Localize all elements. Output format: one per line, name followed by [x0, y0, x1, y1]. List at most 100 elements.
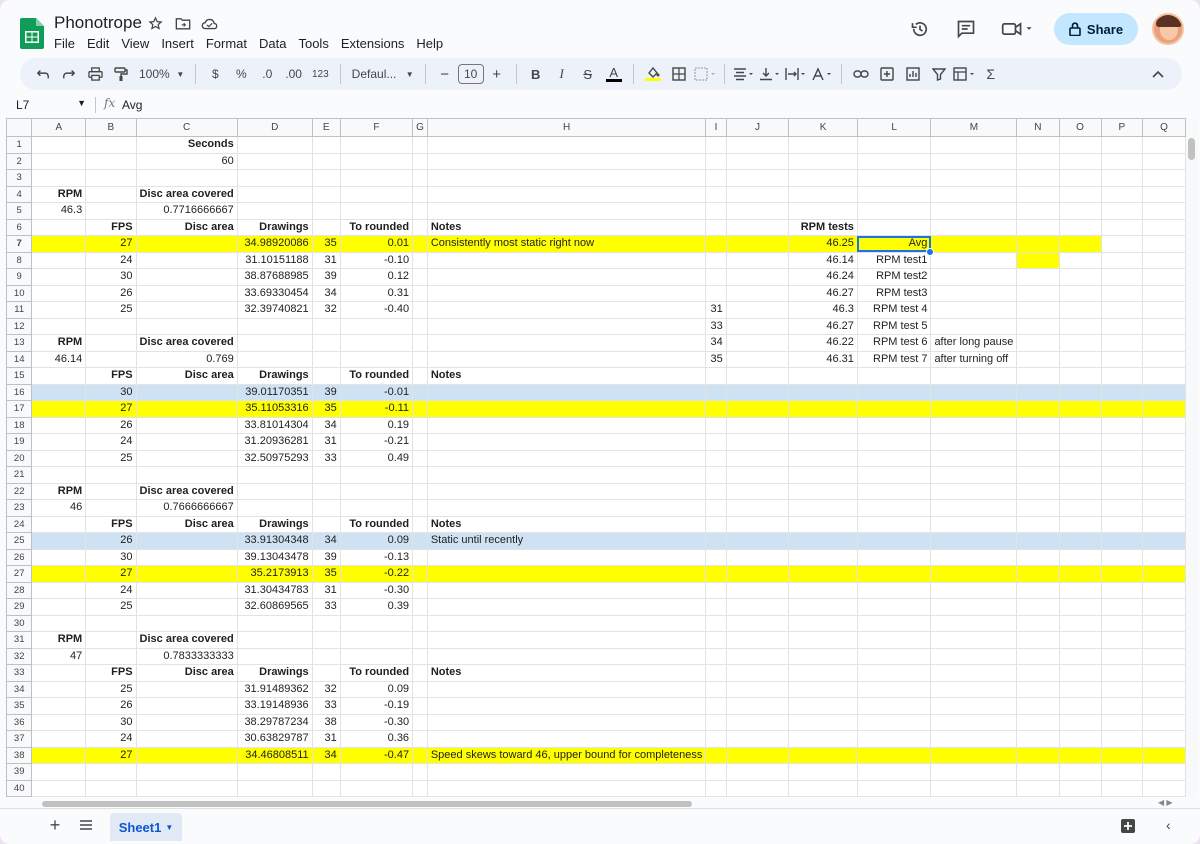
cell-i15[interactable]	[705, 367, 727, 385]
cell-m14[interactable]: after turning off	[930, 350, 1018, 368]
cell-e18[interactable]: 34	[311, 416, 341, 434]
cell-k13[interactable]: 46.22	[788, 334, 858, 352]
cell-i16[interactable]	[705, 383, 727, 401]
cell-q5[interactable]	[1141, 202, 1186, 220]
cell-p7[interactable]	[1100, 235, 1143, 253]
cell-b26[interactable]: 30	[85, 548, 137, 566]
cell-g8[interactable]	[412, 251, 428, 269]
cell-d11[interactable]: 32.39740821	[236, 301, 313, 319]
cell-m27[interactable]	[930, 565, 1018, 583]
cell-o17[interactable]	[1058, 400, 1102, 418]
cell-d36[interactable]: 38.29787234	[236, 713, 313, 731]
cell-g3[interactable]	[412, 169, 428, 187]
cell-m38[interactable]	[930, 746, 1018, 764]
cell-i36[interactable]	[705, 713, 727, 731]
cell-a5[interactable]: 46.3	[31, 202, 87, 220]
cell-c28[interactable]	[135, 581, 238, 599]
cell-a14[interactable]: 46.14	[31, 350, 87, 368]
cell-i18[interactable]	[705, 416, 727, 434]
column-header-c[interactable]: C	[135, 118, 238, 137]
cell-h20[interactable]	[426, 449, 707, 467]
insert-chart-icon[interactable]	[901, 62, 925, 86]
cell-j5[interactable]	[725, 202, 790, 220]
cell-g16[interactable]	[412, 383, 428, 401]
cell-g10[interactable]	[412, 284, 428, 302]
cell-k10[interactable]: 46.27	[788, 284, 858, 302]
cell-p5[interactable]	[1100, 202, 1143, 220]
cell-h2[interactable]	[426, 152, 707, 170]
cell-c37[interactable]	[135, 730, 238, 748]
cell-j23[interactable]	[725, 499, 790, 517]
menu-help[interactable]: Help	[410, 34, 449, 53]
cell-e14[interactable]	[311, 350, 341, 368]
cell-q34[interactable]	[1141, 680, 1186, 698]
column-header-k[interactable]: K	[788, 118, 858, 137]
cell-a36[interactable]	[31, 713, 87, 731]
cell-e37[interactable]: 31	[311, 730, 341, 748]
row-header-19[interactable]: 19	[6, 433, 33, 451]
cell-e40[interactable]	[311, 779, 341, 797]
cell-m23[interactable]	[930, 499, 1018, 517]
cell-p33[interactable]	[1100, 664, 1143, 682]
cell-g28[interactable]	[412, 581, 428, 599]
cell-q17[interactable]	[1141, 400, 1186, 418]
cell-q32[interactable]	[1141, 647, 1186, 665]
cell-m20[interactable]	[930, 449, 1018, 467]
cell-q36[interactable]	[1141, 713, 1186, 731]
cell-i9[interactable]	[705, 268, 727, 286]
cell-h7[interactable]: Consistently most static right now	[426, 235, 707, 253]
cell-o5[interactable]	[1058, 202, 1102, 220]
cell-c16[interactable]	[135, 383, 238, 401]
cell-d30[interactable]	[236, 614, 313, 632]
cell-p22[interactable]	[1100, 482, 1143, 500]
cell-i33[interactable]	[705, 664, 727, 682]
cell-f14[interactable]	[339, 350, 414, 368]
cell-f1[interactable]	[339, 136, 414, 154]
cell-h23[interactable]	[426, 499, 707, 517]
cell-j18[interactable]	[725, 416, 790, 434]
version-history-icon[interactable]	[904, 13, 936, 45]
cell-p19[interactable]	[1100, 433, 1143, 451]
cell-c33[interactable]: Disc area	[135, 664, 238, 682]
cell-f24[interactable]: To rounded	[339, 515, 414, 533]
font-size-input[interactable]: 10	[457, 64, 484, 84]
cell-l8[interactable]: RPM test1	[856, 251, 932, 269]
cell-p31[interactable]	[1100, 631, 1143, 649]
cell-p36[interactable]	[1100, 713, 1143, 731]
insert-comment-icon[interactable]	[875, 62, 899, 86]
cell-b36[interactable]: 30	[85, 713, 137, 731]
cell-q9[interactable]	[1141, 268, 1186, 286]
cell-o12[interactable]	[1058, 317, 1102, 335]
decrease-decimal-button[interactable]: .0	[255, 62, 279, 86]
row-header-12[interactable]: 12	[6, 317, 33, 335]
cell-l31[interactable]	[856, 631, 932, 649]
cell-k19[interactable]	[788, 433, 858, 451]
cell-n22[interactable]	[1016, 482, 1060, 500]
cell-g21[interactable]	[412, 466, 428, 484]
column-header-q[interactable]: Q	[1141, 118, 1186, 137]
cell-h21[interactable]	[426, 466, 707, 484]
cell-l4[interactable]	[856, 185, 932, 203]
meet-icon[interactable]	[996, 13, 1040, 45]
column-header-m[interactable]: M	[930, 118, 1018, 137]
cell-p24[interactable]	[1100, 515, 1143, 533]
cell-d4[interactable]	[236, 185, 313, 203]
cell-q2[interactable]	[1141, 152, 1186, 170]
cell-l32[interactable]	[856, 647, 932, 665]
menu-extensions[interactable]: Extensions	[335, 34, 411, 53]
cell-n28[interactable]	[1016, 581, 1060, 599]
cell-k31[interactable]	[788, 631, 858, 649]
cell-a32[interactable]: 47	[31, 647, 87, 665]
cell-o11[interactable]	[1058, 301, 1102, 319]
cell-f6[interactable]: To rounded	[339, 218, 414, 236]
cell-d22[interactable]	[236, 482, 313, 500]
cell-n16[interactable]	[1016, 383, 1060, 401]
cell-l34[interactable]	[856, 680, 932, 698]
cell-b8[interactable]: 24	[85, 251, 137, 269]
cell-a1[interactable]	[31, 136, 87, 154]
cell-k36[interactable]	[788, 713, 858, 731]
cell-h6[interactable]: Notes	[426, 218, 707, 236]
cell-n23[interactable]	[1016, 499, 1060, 517]
cell-g18[interactable]	[412, 416, 428, 434]
share-button[interactable]: Share	[1054, 13, 1138, 45]
